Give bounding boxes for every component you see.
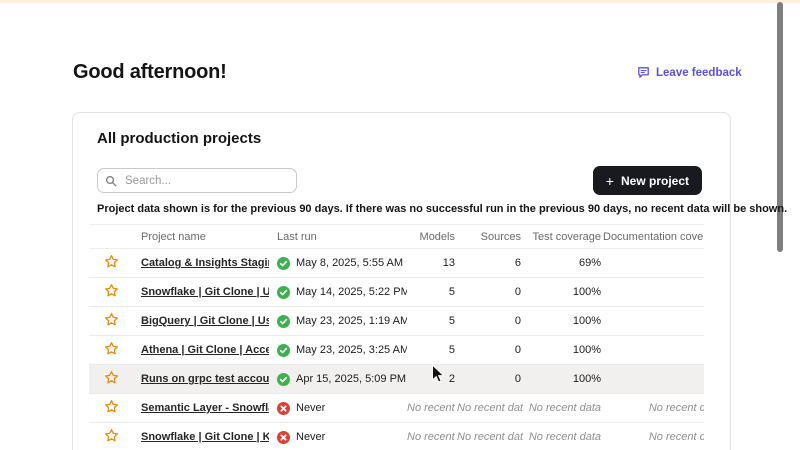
doc-coverage-cell (603, 278, 704, 307)
models-cell: 2 (407, 365, 457, 394)
panel-controls: + New project (97, 166, 702, 195)
success-check-icon (277, 315, 290, 328)
test-coverage-cell: 69% (523, 249, 603, 278)
table-row[interactable]: Runs on grpc test account Apr 15, 2025, 5… (89, 365, 704, 394)
page-title: Good afternoon! (73, 61, 227, 84)
error-x-icon (277, 431, 290, 444)
leave-feedback-link[interactable]: Leave feedback (637, 66, 742, 79)
star-icon[interactable] (104, 283, 119, 298)
doc-coverage-cell: No recent data (603, 423, 704, 450)
test-coverage-cell: 100% (523, 307, 603, 336)
search-input[interactable] (97, 168, 297, 193)
sources-cell: No recent data (457, 423, 523, 450)
success-check-icon (277, 373, 290, 386)
projects-table: Project name Last run Models Sources Tes… (89, 224, 704, 450)
table-row[interactable]: BigQuery | Git Clone | User... May 23, 20… (89, 307, 704, 336)
star-icon[interactable] (104, 312, 119, 327)
models-cell: No recent data (407, 423, 457, 450)
project-name-link[interactable]: Catalog & Insights Staging... (141, 257, 269, 269)
panel-title: All production projects (97, 129, 702, 148)
last-run-text: Apr 15, 2025, 5:09 PM BST (296, 373, 407, 385)
success-check-icon (277, 257, 290, 270)
doc-coverage-cell: No recent data (603, 394, 704, 423)
success-check-icon (277, 344, 290, 357)
column-header-last-run[interactable]: Last run (269, 225, 407, 249)
last-run-text: May 14, 2025, 5:22 PM BST (296, 286, 407, 298)
doc-coverage-cell (603, 336, 704, 365)
top-accent-bar (0, 0, 800, 3)
table-row[interactable]: Semantic Layer - Snowflake Never No recent… (89, 394, 704, 423)
projects-table-body: Catalog & Insights Staging... May 8, 2025… (89, 249, 704, 450)
star-icon[interactable] (104, 254, 119, 269)
models-cell: 5 (407, 307, 457, 336)
column-header-project-name[interactable]: Project name (133, 225, 269, 249)
models-cell: 5 (407, 336, 457, 365)
models-cell: No recent data (407, 394, 457, 423)
doc-coverage-cell (603, 249, 704, 278)
test-coverage-cell: 100% (523, 365, 603, 394)
doc-coverage-cell (603, 365, 704, 394)
star-icon[interactable] (104, 399, 119, 414)
search-box (97, 168, 297, 193)
project-name-link[interactable]: BigQuery | Git Clone | User... (141, 315, 269, 327)
column-header-models[interactable]: Models (407, 225, 457, 249)
new-project-button[interactable]: + New project (593, 166, 702, 195)
models-cell: 5 (407, 278, 457, 307)
last-run-text: May 23, 2025, 3:25 AM BST (296, 344, 407, 356)
data-notice-text: Project data shown is for the previous 9… (97, 203, 702, 215)
sources-cell: No recent data (457, 394, 523, 423)
error-x-icon (277, 402, 290, 415)
column-header-test-coverage[interactable]: Test coverage (523, 225, 603, 249)
test-coverage-cell: 100% (523, 278, 603, 307)
star-icon[interactable] (104, 370, 119, 385)
table-row[interactable]: Catalog & Insights Staging... May 8, 2025… (89, 249, 704, 278)
table-row[interactable]: Snowflake | Git Clone | Key... Never No re… (89, 423, 704, 450)
sources-cell: 6 (457, 249, 523, 278)
last-run-text: Never (296, 431, 325, 443)
project-name-link[interactable]: Snowflake | Git Clone | Key... (141, 431, 269, 443)
table-row[interactable]: Snowflake | Git Clone | Use... May 14, 20… (89, 278, 704, 307)
test-coverage-cell: No recent data (523, 394, 603, 423)
test-coverage-cell: No recent data (523, 423, 603, 450)
sources-cell: 0 (457, 307, 523, 336)
table-row[interactable]: Athena | Git Clone | Acces... May 23, 202… (89, 336, 704, 365)
test-coverage-cell: 100% (523, 336, 603, 365)
star-column-header (89, 225, 133, 249)
projects-table-container: Project name Last run Models Sources Tes… (89, 224, 704, 450)
sources-cell: 0 (457, 365, 523, 394)
sources-cell: 0 (457, 278, 523, 307)
project-name-link[interactable]: Athena | Git Clone | Acces... (141, 344, 269, 356)
sources-cell: 0 (457, 336, 523, 365)
success-check-icon (277, 286, 290, 299)
project-name-link[interactable]: Snowflake | Git Clone | Use... (141, 286, 269, 298)
search-icon (105, 174, 117, 192)
last-run-text: May 8, 2025, 5:55 AM BST (296, 257, 407, 269)
last-run-text: May 23, 2025, 1:19 AM BST (296, 315, 407, 327)
doc-coverage-cell (603, 307, 704, 336)
models-cell: 13 (407, 249, 457, 278)
star-icon[interactable] (104, 428, 119, 443)
feedback-bubble-icon (637, 66, 650, 79)
table-header-row: Project name Last run Models Sources Tes… (89, 225, 704, 249)
project-name-link[interactable]: Semantic Layer - Snowflake (141, 402, 269, 414)
column-header-sources[interactable]: Sources (457, 225, 523, 249)
star-icon[interactable] (104, 341, 119, 356)
new-project-label: New project (621, 174, 689, 188)
project-name-link[interactable]: Runs on grpc test account (141, 373, 269, 385)
projects-panel: All production projects + New project Pr… (72, 112, 731, 450)
plus-icon: + (606, 174, 614, 188)
last-run-text: Never (296, 402, 325, 414)
column-header-doc-coverage[interactable]: Documentation coverage (603, 225, 704, 249)
leave-feedback-label: Leave feedback (656, 67, 742, 79)
